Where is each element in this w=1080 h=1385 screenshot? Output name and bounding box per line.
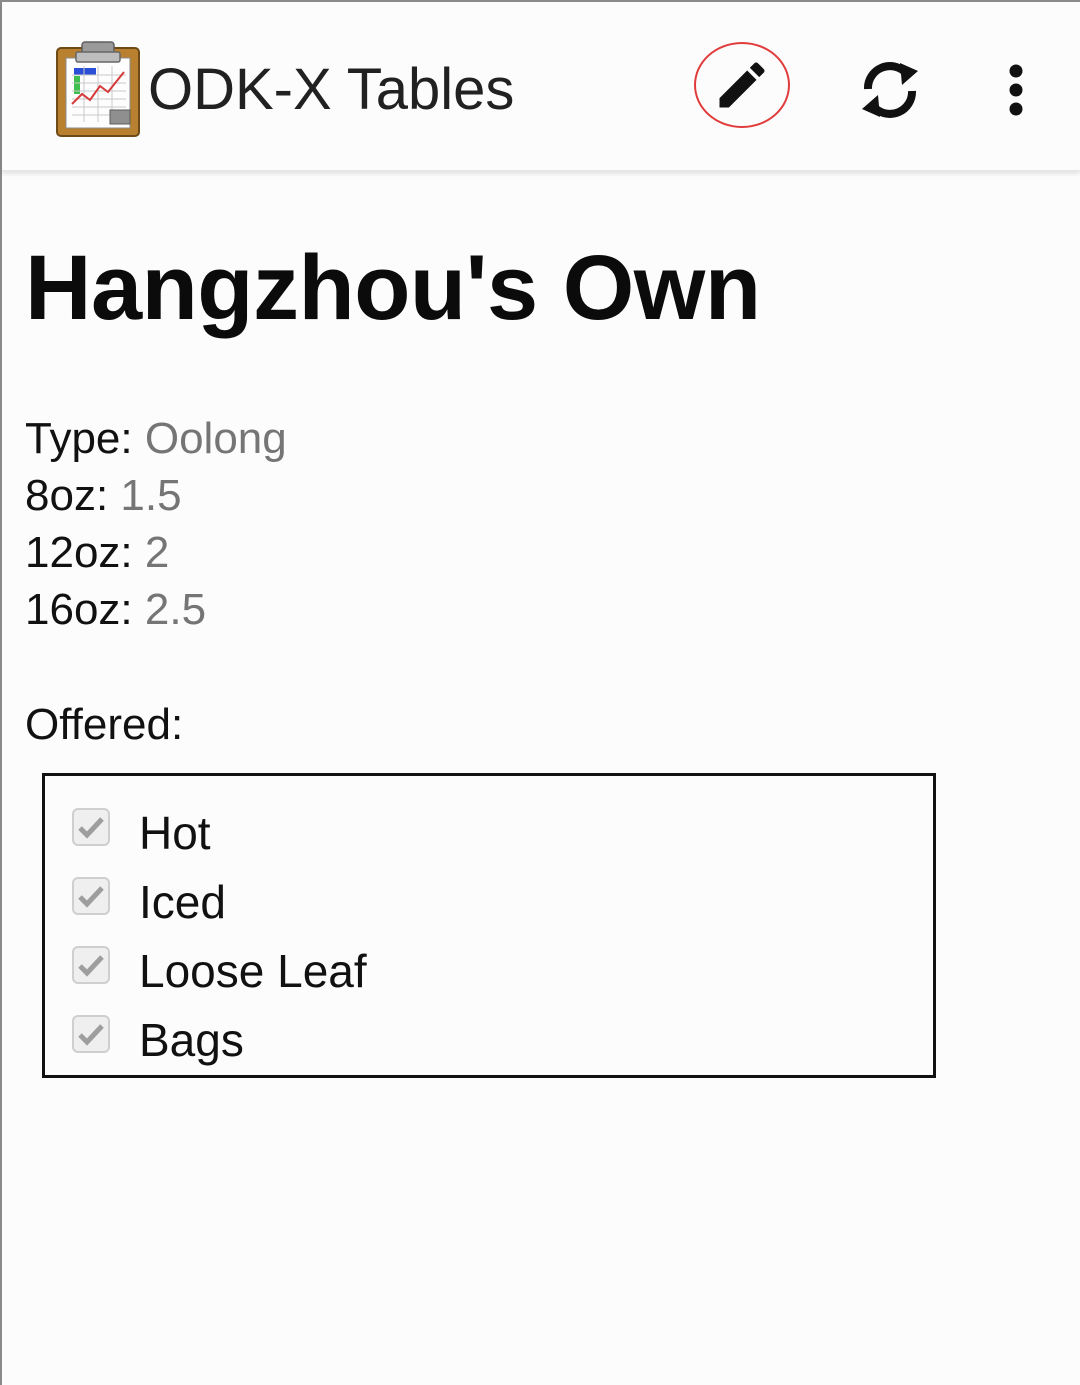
more-vert-icon xyxy=(1009,64,1023,116)
field-label: 12oz: xyxy=(25,528,133,577)
check-icon xyxy=(78,954,104,977)
checkbox-iced[interactable] xyxy=(72,876,110,915)
check-icon xyxy=(78,885,104,908)
field-8oz: 8oz: 1.5 xyxy=(25,467,1055,524)
record-detail: Hangzhou's Own Type: Oolong 8oz: 1.5 12o… xyxy=(25,232,1055,1078)
option-hot: Hot xyxy=(45,798,933,867)
checkbox-hot[interactable] xyxy=(72,807,110,846)
more-options-button[interactable] xyxy=(992,54,1040,126)
option-label: Bags xyxy=(139,1013,244,1066)
offered-label: Offered: xyxy=(25,700,184,749)
check-icon xyxy=(78,816,104,839)
option-label: Iced xyxy=(139,875,226,928)
field-label: 8oz: xyxy=(25,471,109,520)
pencil-icon xyxy=(719,62,765,108)
offered-options-box: Hot Iced Loose Leaf Bags xyxy=(42,773,936,1078)
detail-fields: Type: Oolong 8oz: 1.5 12oz: 2 16oz: 2.5 xyxy=(25,410,1055,638)
option-label: Hot xyxy=(139,806,211,859)
field-16oz: 16oz: 2.5 xyxy=(25,581,1055,638)
check-icon xyxy=(78,1023,104,1046)
field-value: 2 xyxy=(144,528,170,577)
clipboard-chart-icon xyxy=(54,38,142,138)
checkbox-bags[interactable] xyxy=(72,1014,110,1053)
field-value: 2.5 xyxy=(144,585,207,634)
field-12oz: 12oz: 2 xyxy=(25,524,1055,581)
field-label: 16oz: xyxy=(25,585,133,634)
option-loose-leaf: Loose Leaf xyxy=(45,936,933,1005)
sync-button[interactable] xyxy=(852,54,928,126)
record-title: Hangzhou's Own xyxy=(25,237,761,339)
edit-button[interactable] xyxy=(694,42,790,128)
field-value: 1.5 xyxy=(120,471,182,520)
field-value: Oolong xyxy=(144,414,287,463)
option-label: Loose Leaf xyxy=(139,944,367,997)
app-bar: ODK-X Tables xyxy=(2,2,1080,171)
field-label: Type: xyxy=(25,414,133,463)
checkbox-loose-leaf[interactable] xyxy=(72,945,110,984)
field-type: Type: Oolong xyxy=(25,410,1055,467)
option-iced: Iced xyxy=(45,867,933,936)
app-title: ODK-X Tables xyxy=(148,57,515,122)
sync-icon xyxy=(862,62,918,118)
option-bags: Bags xyxy=(45,1005,933,1074)
